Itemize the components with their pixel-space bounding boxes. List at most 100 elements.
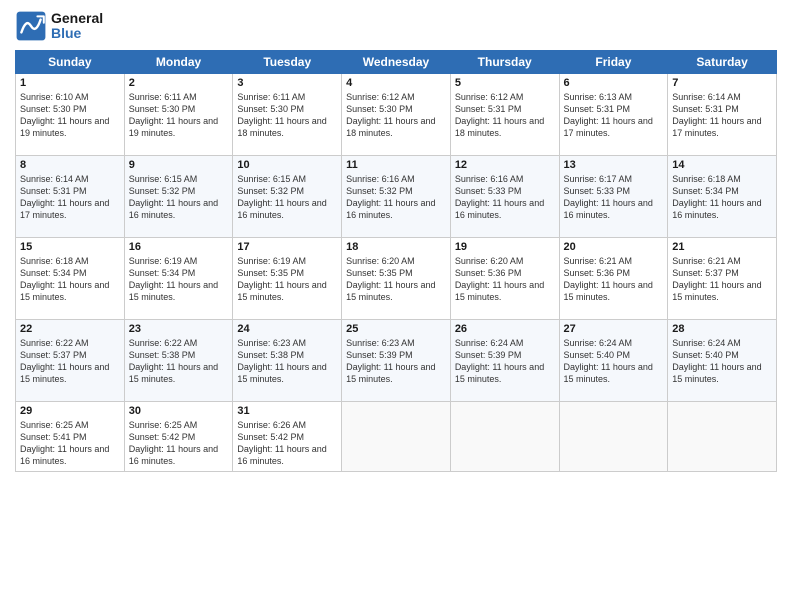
calendar-cell: 19 Sunrise: 6:20 AM Sunset: 5:36 PM Dayli… [450,238,559,320]
day-info: Sunrise: 6:16 AM Sunset: 5:32 PM Dayligh… [346,173,446,222]
calendar-cell: 5 Sunrise: 6:12 AM Sunset: 5:31 PM Daylig… [450,74,559,156]
calendar-cell: 17 Sunrise: 6:19 AM Sunset: 5:35 PM Dayli… [233,238,342,320]
day-info: Sunrise: 6:19 AM Sunset: 5:34 PM Dayligh… [129,255,229,304]
day-info: Sunrise: 6:25 AM Sunset: 5:42 PM Dayligh… [129,419,229,468]
day-info: Sunrise: 6:24 AM Sunset: 5:40 PM Dayligh… [672,337,772,386]
day-number: 15 [20,241,120,253]
calendar-week-3: 15 Sunrise: 6:18 AM Sunset: 5:34 PM Dayli… [16,238,777,320]
header: General Blue [15,10,777,42]
day-info: Sunrise: 6:24 AM Sunset: 5:40 PM Dayligh… [564,337,664,386]
day-info: Sunrise: 6:14 AM Sunset: 5:31 PM Dayligh… [20,173,120,222]
logo-line1: General [51,11,103,26]
logo: General Blue [15,10,103,42]
day-info: Sunrise: 6:22 AM Sunset: 5:37 PM Dayligh… [20,337,120,386]
calendar-cell: 29 Sunrise: 6:25 AM Sunset: 5:41 PM Dayli… [16,402,125,472]
day-number: 22 [20,323,120,335]
day-number: 14 [672,159,772,171]
calendar-week-1: 1Sunrise: 6:10 AM Sunset: 5:30 PM Daylig… [16,74,777,156]
day-info: Sunrise: 6:23 AM Sunset: 5:38 PM Dayligh… [237,337,337,386]
day-info: Sunrise: 6:24 AM Sunset: 5:39 PM Dayligh… [455,337,555,386]
day-info: Sunrise: 6:12 AM Sunset: 5:31 PM Dayligh… [455,91,555,140]
day-number: 21 [672,241,772,253]
day-number: 27 [564,323,664,335]
day-number: 1 [20,77,120,89]
calendar-cell [342,402,451,472]
calendar-cell: 22 Sunrise: 6:22 AM Sunset: 5:37 PM Dayli… [16,320,125,402]
day-number: 10 [237,159,337,171]
calendar-cell: 27 Sunrise: 6:24 AM Sunset: 5:40 PM Dayli… [559,320,668,402]
calendar-cell: 16 Sunrise: 6:19 AM Sunset: 5:34 PM Dayli… [124,238,233,320]
day-info: Sunrise: 6:19 AM Sunset: 5:35 PM Dayligh… [237,255,337,304]
day-number: 16 [129,241,229,253]
day-number: 7 [672,77,772,89]
day-info: Sunrise: 6:25 AM Sunset: 5:41 PM Dayligh… [20,419,120,468]
day-info: Sunrise: 6:11 AM Sunset: 5:30 PM Dayligh… [129,91,229,140]
day-info: Sunrise: 6:15 AM Sunset: 5:32 PM Dayligh… [129,173,229,222]
calendar-cell: 28 Sunrise: 6:24 AM Sunset: 5:40 PM Dayli… [668,320,777,402]
calendar-cell: 30 Sunrise: 6:25 AM Sunset: 5:42 PM Dayli… [124,402,233,472]
day-info: Sunrise: 6:12 AM Sunset: 5:30 PM Dayligh… [346,91,446,140]
day-number: 5 [455,77,555,89]
header-row: SundayMondayTuesdayWednesdayThursdayFrid… [16,51,777,74]
calendar-cell: 12Sunrise: 6:16 AM Sunset: 5:33 PM Dayli… [450,156,559,238]
calendar-header-sunday: Sunday [16,51,125,74]
calendar-cell: 24 Sunrise: 6:23 AM Sunset: 5:38 PM Dayli… [233,320,342,402]
day-info: Sunrise: 6:11 AM Sunset: 5:30 PM Dayligh… [237,91,337,140]
calendar-week-4: 22 Sunrise: 6:22 AM Sunset: 5:37 PM Dayli… [16,320,777,402]
calendar-cell: 14 Sunrise: 6:18 AM Sunset: 5:34 PM Dayli… [668,156,777,238]
calendar-cell: 8 Sunrise: 6:14 AM Sunset: 5:31 PM Daylig… [16,156,125,238]
day-info: Sunrise: 6:20 AM Sunset: 5:36 PM Dayligh… [455,255,555,304]
logo-text: General Blue [51,11,103,42]
day-number: 17 [237,241,337,253]
day-info: Sunrise: 6:22 AM Sunset: 5:38 PM Dayligh… [129,337,229,386]
day-info: Sunrise: 6:23 AM Sunset: 5:39 PM Dayligh… [346,337,446,386]
day-number: 25 [346,323,446,335]
calendar-cell: 9Sunrise: 6:15 AM Sunset: 5:32 PM Daylig… [124,156,233,238]
day-number: 6 [564,77,664,89]
day-info: Sunrise: 6:18 AM Sunset: 5:34 PM Dayligh… [672,173,772,222]
day-number: 4 [346,77,446,89]
day-number: 24 [237,323,337,335]
calendar-cell: 1Sunrise: 6:10 AM Sunset: 5:30 PM Daylig… [16,74,125,156]
day-number: 18 [346,241,446,253]
calendar-cell: 6Sunrise: 6:13 AM Sunset: 5:31 PM Daylig… [559,74,668,156]
day-number: 23 [129,323,229,335]
day-info: Sunrise: 6:21 AM Sunset: 5:36 PM Dayligh… [564,255,664,304]
calendar-cell: 11 Sunrise: 6:16 AM Sunset: 5:32 PM Dayli… [342,156,451,238]
day-number: 3 [237,77,337,89]
day-number: 20 [564,241,664,253]
calendar-cell: 26 Sunrise: 6:24 AM Sunset: 5:39 PM Dayli… [450,320,559,402]
day-info: Sunrise: 6:15 AM Sunset: 5:32 PM Dayligh… [237,173,337,222]
calendar-cell: 25 Sunrise: 6:23 AM Sunset: 5:39 PM Dayli… [342,320,451,402]
calendar-cell [559,402,668,472]
day-number: 8 [20,159,120,171]
calendar-cell: 13Sunrise: 6:17 AM Sunset: 5:33 PM Dayli… [559,156,668,238]
day-number: 29 [20,405,120,417]
day-number: 12 [455,159,555,171]
day-number: 26 [455,323,555,335]
day-info: Sunrise: 6:17 AM Sunset: 5:33 PM Dayligh… [564,173,664,222]
calendar-cell: 4 Sunrise: 6:12 AM Sunset: 5:30 PM Daylig… [342,74,451,156]
day-number: 2 [129,77,229,89]
calendar-cell: 18Sunrise: 6:20 AM Sunset: 5:35 PM Dayli… [342,238,451,320]
calendar-cell: 21 Sunrise: 6:21 AM Sunset: 5:37 PM Dayli… [668,238,777,320]
logo-line2: Blue [51,26,103,41]
day-number: 11 [346,159,446,171]
day-number: 28 [672,323,772,335]
day-number: 30 [129,405,229,417]
calendar-header-saturday: Saturday [668,51,777,74]
calendar-header-thursday: Thursday [450,51,559,74]
day-number: 31 [237,405,337,417]
page: General Blue SundayMondayTuesdayWednesda… [0,0,792,612]
day-info: Sunrise: 6:18 AM Sunset: 5:34 PM Dayligh… [20,255,120,304]
day-info: Sunrise: 6:21 AM Sunset: 5:37 PM Dayligh… [672,255,772,304]
calendar-week-2: 8 Sunrise: 6:14 AM Sunset: 5:31 PM Daylig… [16,156,777,238]
calendar-cell: 3 Sunrise: 6:11 AM Sunset: 5:30 PM Daylig… [233,74,342,156]
calendar-cell: 2 Sunrise: 6:11 AM Sunset: 5:30 PM Daylig… [124,74,233,156]
calendar-cell: 23 Sunrise: 6:22 AM Sunset: 5:38 PM Dayli… [124,320,233,402]
calendar-cell: 7Sunrise: 6:14 AM Sunset: 5:31 PM Daylig… [668,74,777,156]
calendar-week-5: 29 Sunrise: 6:25 AM Sunset: 5:41 PM Dayli… [16,402,777,472]
calendar-cell: 31Sunrise: 6:26 AM Sunset: 5:42 PM Dayli… [233,402,342,472]
day-number: 19 [455,241,555,253]
calendar-header-monday: Monday [124,51,233,74]
